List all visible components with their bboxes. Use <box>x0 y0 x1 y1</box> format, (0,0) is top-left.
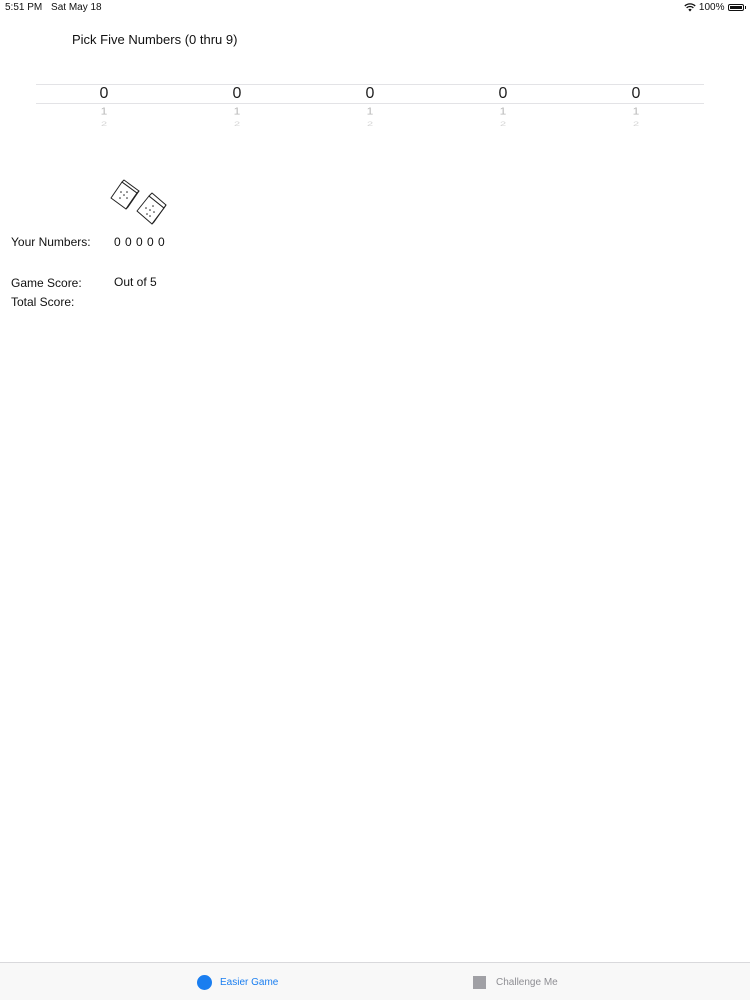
picker-selection-line-bottom <box>36 103 704 104</box>
tab-challenge-me[interactable]: Challenge Me <box>473 963 558 1001</box>
wheel-next-value: 1 <box>632 105 640 117</box>
your-numbers-label: Your Numbers: <box>11 235 91 249</box>
page-title: Pick Five Numbers (0 thru 9) <box>72 32 238 47</box>
wheel-next2-value: 2 <box>499 120 507 128</box>
status-bar: 5:51 PM Sat May 18 100% <box>0 0 750 16</box>
battery-percent: 100% <box>698 2 725 13</box>
square-icon <box>473 975 486 989</box>
status-time: 5:51 PM <box>5 2 43 13</box>
wheel-selected-value: 0 <box>365 85 375 102</box>
status-right: 100% <box>684 2 746 13</box>
tab-label: Easier Game <box>220 976 279 988</box>
total-score-label: Total Score: <box>11 295 75 309</box>
status-date: Sat May 18 <box>51 2 102 13</box>
wheel-next2-value: 2 <box>233 120 241 128</box>
circle-icon <box>197 974 212 990</box>
tab-bar: Easier Game Challenge Me <box>0 962 750 1000</box>
status-left: 5:51 PM Sat May 18 <box>5 2 102 13</box>
battery-cap <box>744 6 746 9</box>
tab-easier-game[interactable]: Easier Game <box>197 963 278 1001</box>
wifi-icon <box>684 3 696 12</box>
wheel-next2-value: 2 <box>632 120 640 128</box>
wheel-next-value: 1 <box>100 105 108 117</box>
wheel-next2-value: 2 <box>100 120 108 128</box>
dice-icon[interactable] <box>108 178 168 230</box>
your-numbers-value: 0 0 0 0 0 <box>114 235 166 249</box>
number-picker[interactable]: 0 1 2 0 1 2 0 1 2 0 1 2 0 1 2 <box>36 83 704 135</box>
wheel-selected-value: 0 <box>232 85 242 102</box>
tab-label: Challenge Me <box>496 976 558 988</box>
wheel-next-value: 1 <box>233 105 241 117</box>
wheel-next-value: 1 <box>366 105 374 117</box>
wheel-selected-value: 0 <box>99 85 109 102</box>
wheel-next2-value: 2 <box>366 120 374 128</box>
wheel-next-value: 1 <box>499 105 507 117</box>
battery-icon <box>727 4 744 11</box>
game-score-label: Game Score: <box>11 276 82 290</box>
wheel-selected-value: 0 <box>631 85 641 102</box>
game-score-value: Out of 5 <box>114 275 157 289</box>
wheel-selected-value: 0 <box>498 85 508 102</box>
